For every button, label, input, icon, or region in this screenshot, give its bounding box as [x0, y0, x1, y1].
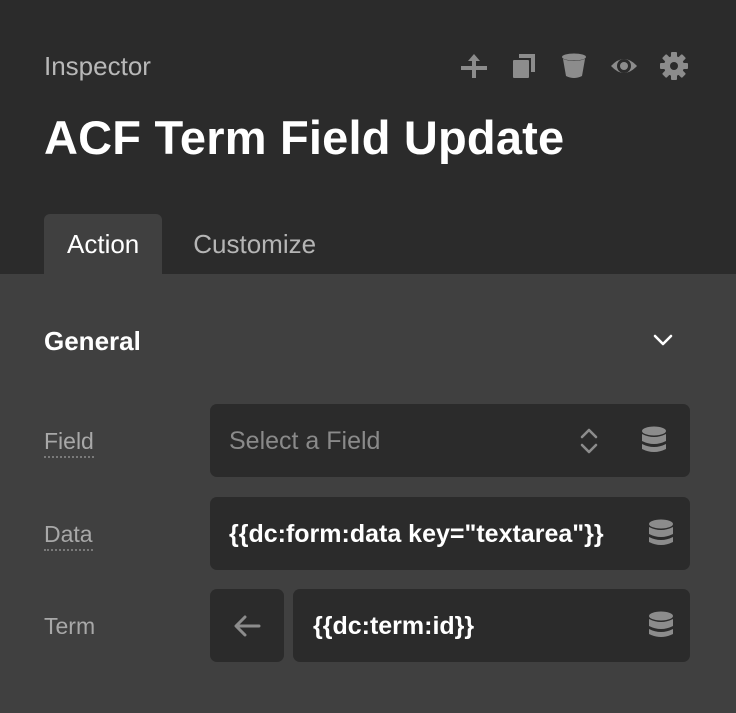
data-input[interactable]: {{dc:form:data key="textarea"}} — [210, 497, 690, 570]
settings-icon — [660, 52, 688, 80]
tab-customize[interactable]: Customize — [162, 214, 339, 274]
field-label: Field — [44, 426, 94, 458]
inspector-header: Inspector ACF Term Field Update Action C… — [0, 0, 736, 274]
term-input-value: {{dc:term:id}} — [313, 611, 475, 640]
tab-action[interactable]: Action — [44, 214, 163, 274]
data-label: Data — [44, 519, 93, 551]
duplicate-icon — [513, 54, 535, 78]
dynamic-content-icon[interactable] — [646, 610, 676, 640]
visibility-icon — [611, 59, 637, 73]
section-title-general: General — [44, 326, 141, 356]
dynamic-content-icon[interactable] — [639, 425, 669, 455]
field-select-placeholder: Select a Field — [229, 426, 381, 455]
dynamic-content-icon[interactable] — [646, 518, 676, 548]
page-title: ACF Term Field Update — [44, 111, 565, 164]
move-up-icon — [461, 54, 487, 78]
settings-button[interactable] — [656, 48, 692, 84]
term-input[interactable]: {{dc:term:id}} — [293, 589, 690, 662]
visibility-button[interactable] — [606, 48, 642, 84]
data-input-value: {{dc:form:data key="textarea"}} — [229, 519, 604, 548]
tab-bar: Action Customize — [44, 214, 339, 274]
move-up-button[interactable] — [456, 48, 492, 84]
delete-button[interactable] — [556, 48, 592, 84]
delete-icon — [562, 53, 586, 78]
chevron-down-icon[interactable] — [648, 325, 678, 355]
up-down-chevron-icon[interactable] — [576, 426, 602, 456]
inspector-panel: Inspector ACF Term Field Update Action C… — [0, 0, 736, 713]
arrow-left-icon — [234, 615, 261, 636]
term-label: Term — [44, 613, 96, 639]
duplicate-button[interactable] — [506, 48, 542, 84]
toolbar — [456, 48, 692, 84]
field-select[interactable]: Select a Field — [210, 404, 690, 477]
inspector-label: Inspector — [44, 51, 151, 81]
back-button[interactable] — [210, 589, 284, 662]
